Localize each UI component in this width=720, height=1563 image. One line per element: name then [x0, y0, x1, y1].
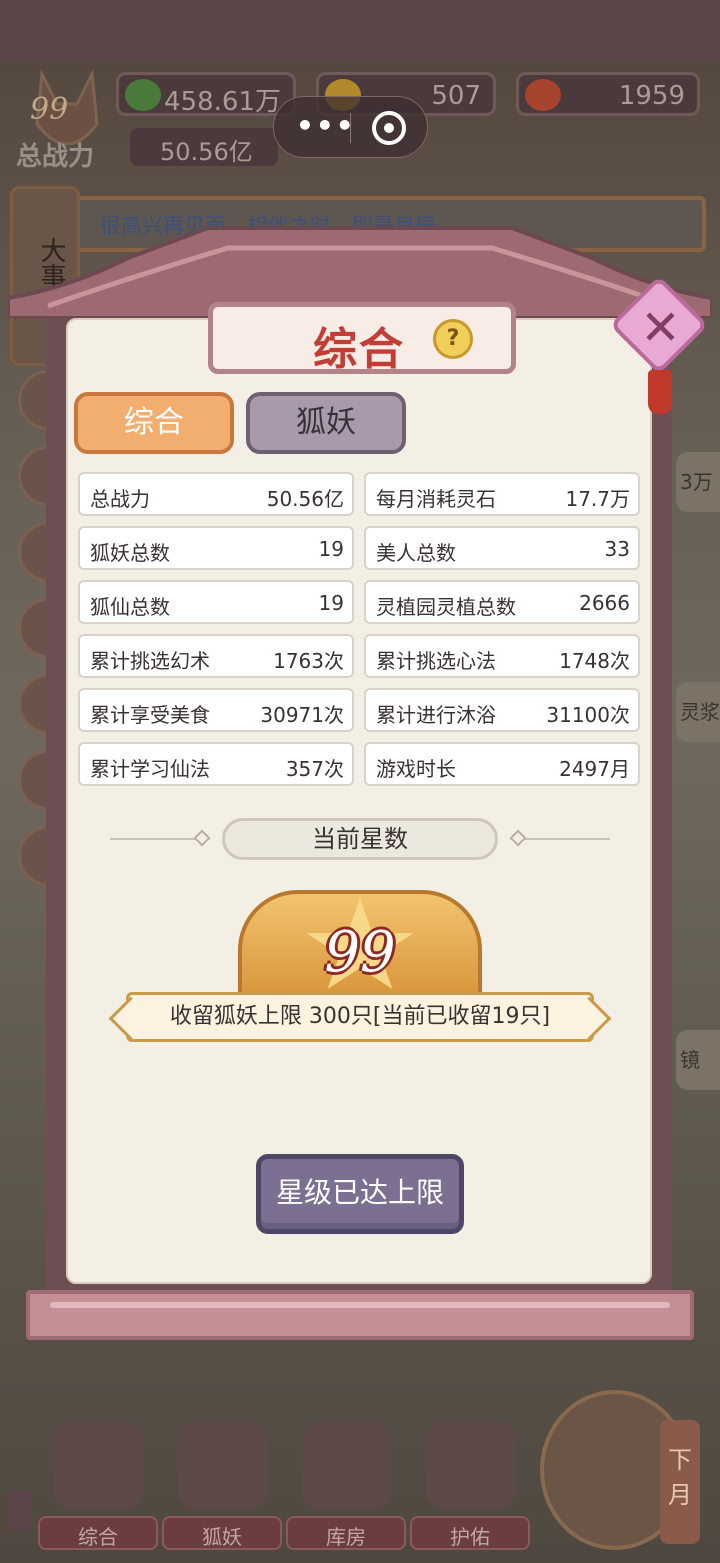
stat-value: 30971次 — [260, 703, 344, 727]
star-level-value: 99 — [324, 920, 396, 985]
modal-base-bar — [26, 1290, 694, 1340]
nav-label-protect: 护佑 — [410, 1516, 530, 1550]
fox-capacity-banner: 收留狐妖上限 300只[当前已收留19只] — [126, 992, 594, 1042]
leaf-coin-icon — [125, 79, 161, 111]
stat-key: 累计享受美食 — [90, 703, 210, 727]
status-bar — [0, 0, 720, 60]
stat-value: 2497月 — [559, 757, 630, 781]
resource-pill-1[interactable]: 458.61万 — [116, 72, 296, 117]
resource-pill-3[interactable]: 1959 — [516, 72, 700, 116]
stat-value: 31100次 — [546, 703, 630, 727]
stat-value: 1763次 — [273, 649, 344, 673]
stat-garden-plants: 灵植园灵植总数 2666 — [364, 580, 640, 624]
stat-key: 累计学习仙法 — [90, 757, 210, 781]
close-miniprogram-icon[interactable] — [372, 111, 406, 145]
power-label: 总战力 — [16, 142, 95, 172]
capsule-divider — [350, 113, 351, 143]
power-value: 50.56亿 — [130, 128, 278, 166]
close-icon: ✕ — [640, 299, 681, 356]
stat-key: 每月消耗灵石 — [376, 487, 496, 511]
modal-title: 综合 — [313, 324, 405, 375]
home-icon[interactable] — [8, 1490, 32, 1530]
stat-key: 游戏时长 — [376, 757, 456, 781]
nav-item-storage[interactable]: 库房 — [286, 1400, 406, 1550]
resource-value-2: 507 — [431, 81, 481, 111]
stat-total-power: 总战力 50.56亿 — [78, 472, 354, 516]
right-edge-item-2[interactable]: 灵浆 — [676, 682, 720, 742]
star-max-button[interactable]: 星级已达上限 — [256, 1154, 464, 1234]
stat-value: 19 — [318, 591, 344, 615]
resource-value-3: 1959 — [618, 81, 685, 111]
stat-key: 累计进行沐浴 — [376, 703, 496, 727]
stat-key: 美人总数 — [376, 541, 456, 565]
title-plaque: 综合 ? — [208, 302, 516, 375]
nav-item-protect[interactable]: 护佑 — [410, 1400, 530, 1550]
fox-mask-icon — [178, 1420, 268, 1510]
help-icon[interactable]: ? — [433, 319, 473, 359]
stat-key: 总战力 — [90, 487, 150, 511]
stat-key: 累计挑选幻术 — [90, 649, 210, 673]
stat-value: 33 — [604, 537, 630, 561]
more-icon[interactable]: ••• — [296, 109, 356, 142]
stat-monthly-stone: 每月消耗灵石 17.7万 — [364, 472, 640, 516]
stat-beauty-count: 美人总数 33 — [364, 526, 640, 570]
nav-label-storage: 库房 — [286, 1516, 406, 1550]
star-section-header: 当前星数 — [222, 818, 498, 860]
right-edge-item-3[interactable]: 镜 — [676, 1030, 720, 1090]
nav-label-overview: 综合 — [38, 1516, 158, 1550]
modal-panel — [66, 318, 652, 1284]
player-level: 99 — [30, 92, 69, 127]
lotus-icon — [426, 1420, 516, 1510]
stat-value: 19 — [318, 537, 344, 561]
nav-item-fox[interactable]: 狐妖 — [162, 1400, 282, 1550]
stat-food-enjoyed: 累计享受美食 30971次 — [78, 688, 354, 732]
storage-box-icon — [302, 1420, 392, 1510]
tassel-decoration — [648, 370, 672, 414]
stat-value: 2666 — [579, 591, 630, 615]
right-edge-item-1[interactable]: 3万 — [676, 452, 720, 512]
stat-key: 狐仙总数 — [90, 595, 170, 619]
stat-baths-taken: 累计进行沐浴 31100次 — [364, 688, 640, 732]
stat-value: 17.7万 — [565, 487, 630, 511]
stat-value: 357次 — [285, 757, 344, 781]
resource-value-1: 458.61万 — [164, 87, 281, 117]
stat-method-picks: 累计挑选心法 1748次 — [364, 634, 640, 678]
stat-play-time: 游戏时长 2497月 — [364, 742, 640, 786]
stat-value: 1748次 — [559, 649, 630, 673]
pavilion-icon — [54, 1420, 144, 1510]
nav-item-overview[interactable]: 综合 — [38, 1400, 158, 1550]
stat-spells-learned: 累计学习仙法 357次 — [78, 742, 354, 786]
stat-illusion-picks: 累计挑选幻术 1763次 — [78, 634, 354, 678]
stat-value: 50.56亿 — [266, 487, 344, 511]
stat-key: 狐妖总数 — [90, 541, 170, 565]
peach-icon — [525, 79, 561, 111]
miniprogram-capsule: ••• — [273, 96, 428, 158]
stat-immortal-count: 狐仙总数 19 — [78, 580, 354, 624]
stat-fox-count: 狐妖总数 19 — [78, 526, 354, 570]
tab-fox[interactable]: 狐妖 — [246, 392, 406, 454]
tab-overview[interactable]: 综合 — [74, 392, 234, 454]
next-month-button[interactable]: 下月 — [660, 1420, 700, 1544]
stat-key: 灵植园灵植总数 — [376, 595, 516, 619]
stat-key: 累计挑选心法 — [376, 649, 496, 673]
nav-label-fox: 狐妖 — [162, 1516, 282, 1550]
